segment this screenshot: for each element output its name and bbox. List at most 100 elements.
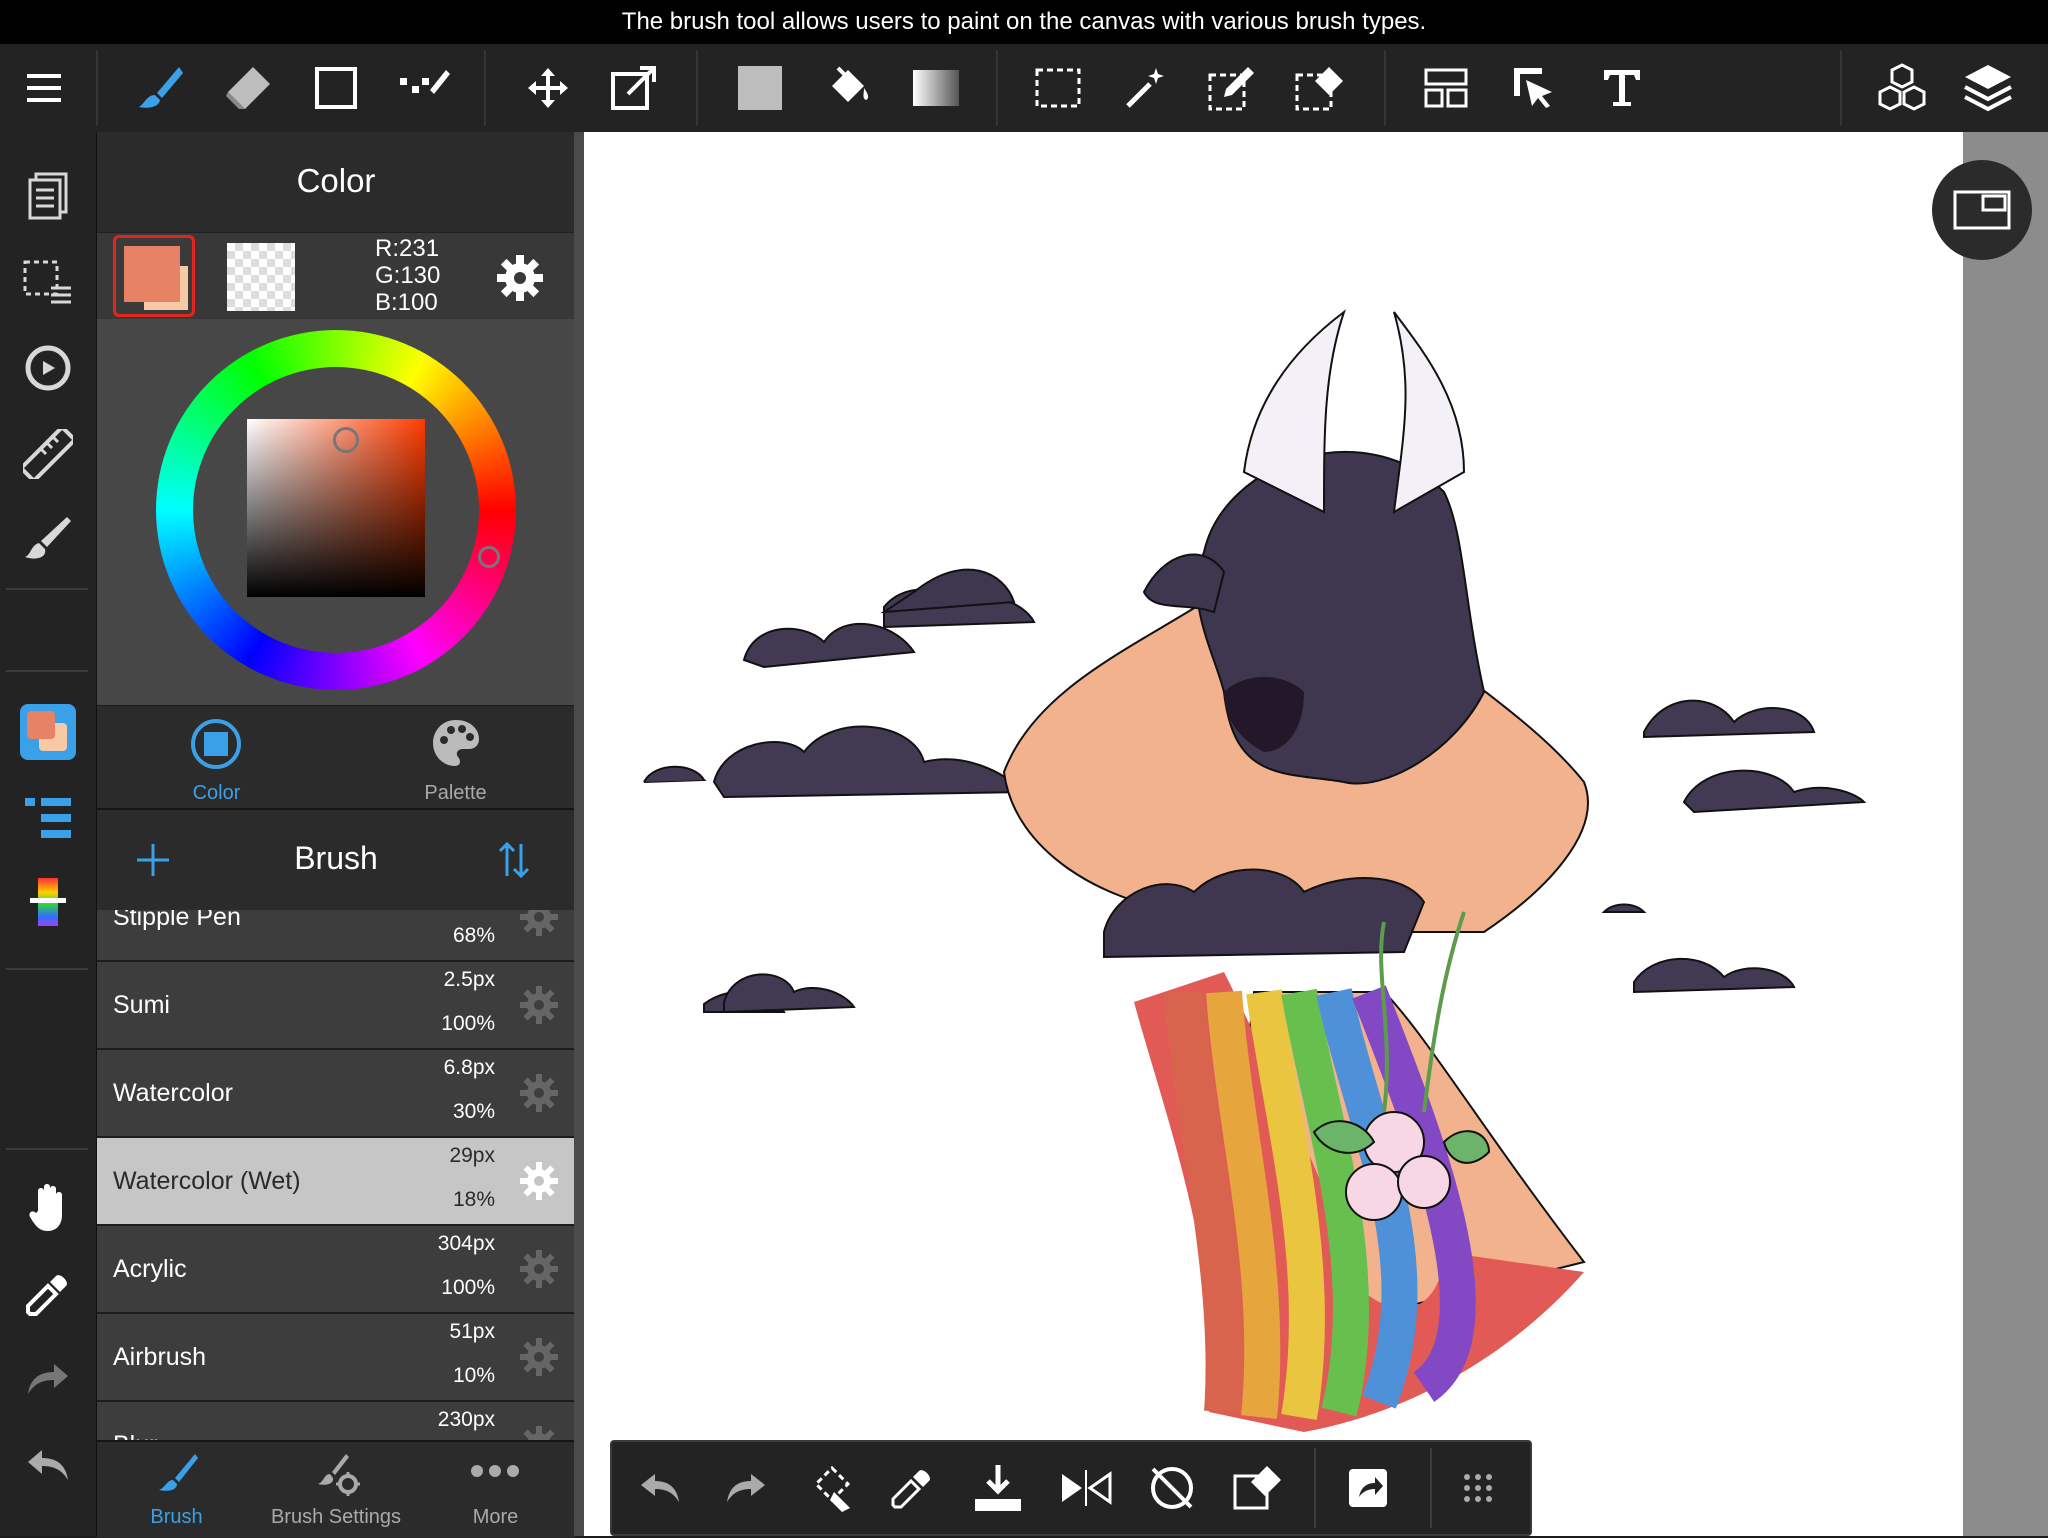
layer-list-icon[interactable] [18,788,78,848]
rgb-b-value: B:100 [375,289,438,316]
eraser-icon[interactable] [218,58,278,118]
ruler-icon[interactable] [18,424,78,484]
brush-icon[interactable] [130,58,190,118]
color-settings-gear-icon[interactable] [495,253,545,303]
tab-more[interactable]: More [416,1442,575,1538]
fill-color-icon[interactable] [730,58,790,118]
transparent-color-swatch[interactable] [227,243,295,311]
redo-icon[interactable] [716,1458,776,1518]
brush-settings-gear-icon[interactable] [519,985,559,1025]
color-panel-icon[interactable] [18,702,78,762]
select-pen-icon[interactable] [1202,58,1262,118]
magic-wand-icon[interactable] [1116,58,1176,118]
brush-settings-gear-icon[interactable] [519,1249,559,1289]
tab-brush-settings-label: Brush Settings [270,1506,402,1528]
tab-palette[interactable]: Palette [336,706,575,806]
brush-opacity: 100% [441,1012,495,1035]
tab-brush-settings[interactable]: Brush Settings [256,1442,416,1538]
brush-row-acrylic[interactable]: Acrylic 304px 100% [97,1226,575,1314]
brush-size: 230px [437,1408,495,1431]
menu-icon[interactable] [14,58,74,118]
color-wheel-area [97,319,575,705]
color-bar-icon[interactable] [18,872,78,932]
reorder-brush-icon[interactable] [497,840,531,880]
brush-header: Brush [97,808,575,912]
caption-banner: The brush tool allows users to paint on … [0,0,2048,44]
navigator-toggle-button[interactable] [1932,160,2032,260]
more-icon [470,1464,520,1478]
left-sidebar [0,132,96,1536]
brush-settings-gear-icon[interactable] [519,1161,559,1201]
bucket-icon[interactable] [818,58,878,118]
brush-row-stipple-pen[interactable]: Stipple Pen 68% [97,910,575,962]
save-icon[interactable] [968,1458,1028,1518]
brush-size: 51px [449,1320,495,1343]
drawing-canvas[interactable] [584,132,1963,1536]
transform-icon[interactable] [604,58,664,118]
brush-tab-icon [157,1452,199,1494]
sv-selector-handle[interactable] [333,427,359,453]
artwork-illustration [643,309,1867,1432]
operation-icon[interactable] [1504,58,1564,118]
3d-icon[interactable] [1872,58,1932,118]
color-swatch-row: R:231 G:130 B:100 [97,232,575,320]
grid-menu-icon[interactable] [1448,1458,1508,1518]
reset-rotation-icon[interactable] [1142,1458,1202,1518]
brush-settings-gear-icon[interactable] [519,1073,559,1113]
brush-name: Stipple Pen [113,910,241,931]
layers-icon[interactable] [1958,58,2018,118]
color-tab-icon [190,718,242,770]
gradient-icon[interactable] [906,58,966,118]
eyedropper-icon[interactable] [882,1458,942,1518]
snap-icon[interactable] [18,338,78,398]
selection-list-icon[interactable] [18,252,78,312]
brush-opacity: 68% [452,924,495,947]
brush-row-sumi[interactable]: Sumi 2.5px 100% [97,962,575,1050]
brush-row-watercolor-wet[interactable]: Watercolor (Wet) 29px 18% [97,1138,575,1226]
brush-settings-gear-icon[interactable] [519,1425,559,1440]
hue-selector-handle[interactable] [478,546,500,568]
brush-opacity: 30% [452,1100,495,1123]
tab-color-label: Color [192,782,241,804]
color-panel-title: Color [296,162,376,199]
brush-list: Stipple Pen 68% Sumi 2.5px 100% Watercol… [97,910,575,1440]
brush-size: 2.5px [443,968,495,991]
brush-settings-gear-icon[interactable] [519,910,559,937]
shape-icon[interactable] [306,58,366,118]
select-rect-icon[interactable] [1028,58,1088,118]
brush-name: Blur [113,1431,157,1440]
brush-settings-gear-icon[interactable] [519,1337,559,1377]
brush-name: Airbrush [113,1343,207,1371]
eyedropper-icon[interactable] [18,1264,78,1324]
brush-adjust-icon[interactable] [18,508,78,568]
hand-icon[interactable] [18,1178,78,1238]
main-color-swatch[interactable] [113,235,195,317]
select-eraser-icon[interactable] [1290,58,1350,118]
move-icon[interactable] [518,58,578,118]
brush-size: 304px [437,1232,495,1255]
brush-row-watercolor[interactable]: Watercolor 6.8px 30% [97,1050,575,1138]
brush-name: Sumi [113,991,170,1019]
brush-name: Acrylic [113,1255,187,1283]
dot-brush-icon[interactable] [394,58,454,118]
rgb-readout: R:231 G:130 B:100 [375,235,440,316]
tab-color[interactable]: Color [97,706,336,806]
share-icon[interactable] [1338,1458,1398,1518]
rotate-canvas-icon[interactable] [802,1458,862,1518]
undo-icon[interactable] [630,1458,690,1518]
panel-resize-handle[interactable] [574,132,584,1536]
brush-row-airbrush[interactable]: Airbrush 51px 10% [97,1314,575,1402]
palette-icon [431,718,481,768]
pages-icon[interactable] [18,166,78,226]
brush-row-blur[interactable]: Blur 230px [97,1402,575,1440]
tab-brush[interactable]: Brush [97,1442,256,1538]
side-panel: Color R:231 G:130 B:100 Color Palette Br… [96,132,575,1538]
redo-icon[interactable] [18,1350,78,1410]
rgb-r-value: R:231 [375,235,440,262]
clear-icon[interactable] [1228,1458,1288,1518]
layout-icon[interactable] [1416,58,1476,118]
undo-icon[interactable] [18,1436,78,1496]
top-toolbar [0,44,2048,133]
text-icon[interactable] [1592,58,1652,118]
flip-icon[interactable] [1056,1458,1116,1518]
